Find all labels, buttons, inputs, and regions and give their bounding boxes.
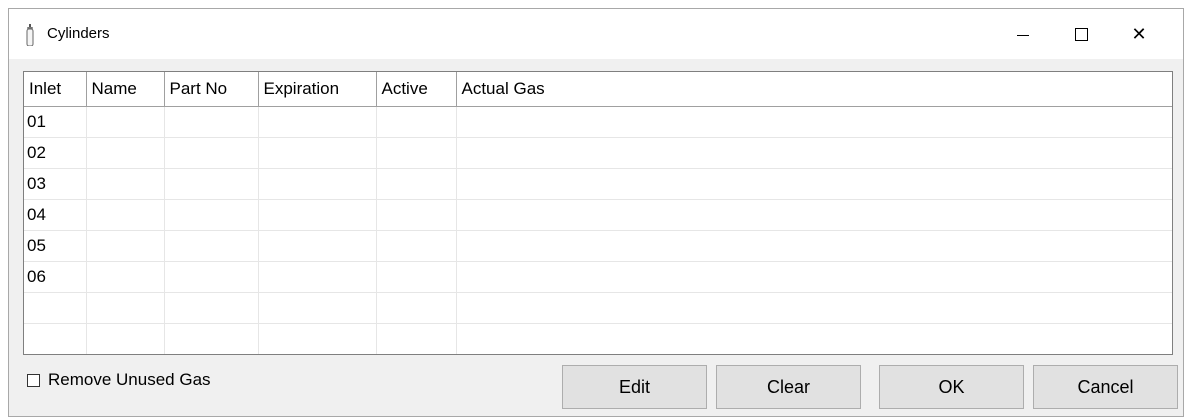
cell-name[interactable] <box>86 292 165 324</box>
table-row[interactable]: 04 <box>24 199 1172 231</box>
ok-button[interactable]: OK <box>879 365 1024 409</box>
cell-name[interactable] <box>86 168 165 200</box>
cell-part-no[interactable] <box>164 137 259 169</box>
maximize-icon <box>1074 27 1088 41</box>
cell-name[interactable] <box>86 261 165 293</box>
close-button[interactable]: ✕ <box>1110 9 1168 59</box>
cell-actual-gas[interactable] <box>456 137 1172 169</box>
cell-part-no[interactable] <box>164 199 259 231</box>
table-row[interactable]: 05 <box>24 230 1172 262</box>
remove-unused-gas-checkbox[interactable] <box>27 373 40 387</box>
cell-active[interactable] <box>376 292 457 324</box>
cell-expiration[interactable] <box>258 137 377 169</box>
gas-cylinder-icon <box>26 24 34 46</box>
cell-part-no[interactable] <box>164 292 259 324</box>
table-row[interactable] <box>24 323 1172 354</box>
column-header-part-no[interactable]: Part No <box>164 72 259 107</box>
header-row: Inlet Name Part No Expiration Active Act… <box>24 72 1172 107</box>
cell-active[interactable] <box>376 106 457 138</box>
minimize-button[interactable] <box>994 9 1052 59</box>
table-row[interactable]: 06 <box>24 261 1172 293</box>
cell-part-no[interactable] <box>164 323 259 354</box>
cell-name[interactable] <box>86 137 165 169</box>
cell-actual-gas[interactable] <box>456 168 1172 200</box>
column-header-expiration[interactable]: Expiration <box>258 72 377 107</box>
cell-actual-gas[interactable] <box>456 323 1172 354</box>
cell-inlet[interactable]: 01 <box>24 106 87 138</box>
window-title: Cylinders <box>47 25 110 42</box>
cell-inlet[interactable]: 05 <box>24 230 87 262</box>
cell-actual-gas[interactable] <box>456 230 1172 262</box>
cell-active[interactable] <box>376 230 457 262</box>
clear-button[interactable]: Clear <box>716 365 861 409</box>
grid-body: 01 02 03 04 05 06 <box>24 106 1172 354</box>
table-row[interactable]: 01 <box>24 106 1172 138</box>
cell-active[interactable] <box>376 137 457 169</box>
column-header-inlet[interactable]: Inlet <box>24 72 87 107</box>
cell-expiration[interactable] <box>258 230 377 262</box>
cell-active[interactable] <box>376 261 457 293</box>
cell-expiration[interactable] <box>258 323 377 354</box>
cell-name[interactable] <box>86 106 165 138</box>
cell-expiration[interactable] <box>258 168 377 200</box>
table-row[interactable]: 02 <box>24 137 1172 169</box>
column-header-active[interactable]: Active <box>376 72 457 107</box>
title-bar[interactable]: Cylinders ✕ <box>9 9 1183 59</box>
cell-inlet[interactable] <box>24 292 87 324</box>
cell-part-no[interactable] <box>164 261 259 293</box>
cell-inlet[interactable] <box>24 323 87 354</box>
cell-name[interactable] <box>86 199 165 231</box>
cell-active[interactable] <box>376 168 457 200</box>
column-header-actual-gas[interactable]: Actual Gas <box>456 72 1172 107</box>
cell-actual-gas[interactable] <box>456 261 1172 293</box>
column-header-name[interactable]: Name <box>86 72 165 107</box>
cell-active[interactable] <box>376 323 457 354</box>
cell-inlet[interactable]: 04 <box>24 199 87 231</box>
cylinders-table: Inlet Name Part No Expiration Active Act… <box>24 72 1172 354</box>
cell-part-no[interactable] <box>164 168 259 200</box>
cell-expiration[interactable] <box>258 292 377 324</box>
remove-unused-gas-option[interactable]: Remove Unused Gas <box>27 370 211 390</box>
remove-unused-gas-label: Remove Unused Gas <box>48 370 211 389</box>
cell-inlet[interactable]: 02 <box>24 137 87 169</box>
cell-active[interactable] <box>376 199 457 231</box>
table-row[interactable]: 03 <box>24 168 1172 200</box>
cell-actual-gas[interactable] <box>456 199 1172 231</box>
close-icon: ✕ <box>1131 23 1147 44</box>
edit-button[interactable]: Edit <box>562 365 707 409</box>
cell-expiration[interactable] <box>258 199 377 231</box>
cancel-button[interactable]: Cancel <box>1033 365 1178 409</box>
maximize-button[interactable] <box>1052 9 1110 59</box>
cylinders-grid[interactable]: Inlet Name Part No Expiration Active Act… <box>23 71 1173 355</box>
cell-inlet[interactable]: 03 <box>24 168 87 200</box>
cell-name[interactable] <box>86 230 165 262</box>
cell-actual-gas[interactable] <box>456 106 1172 138</box>
minimize-icon <box>1017 34 1029 36</box>
cell-expiration[interactable] <box>258 261 377 293</box>
cell-inlet[interactable]: 06 <box>24 261 87 293</box>
cell-part-no[interactable] <box>164 230 259 262</box>
cell-name[interactable] <box>86 323 165 354</box>
cylinders-dialog: Cylinders ✕ Inlet Name Part No Expiratio… <box>8 8 1184 417</box>
cell-expiration[interactable] <box>258 106 377 138</box>
cell-part-no[interactable] <box>164 106 259 138</box>
table-row[interactable] <box>24 292 1172 324</box>
cell-actual-gas[interactable] <box>456 292 1172 324</box>
